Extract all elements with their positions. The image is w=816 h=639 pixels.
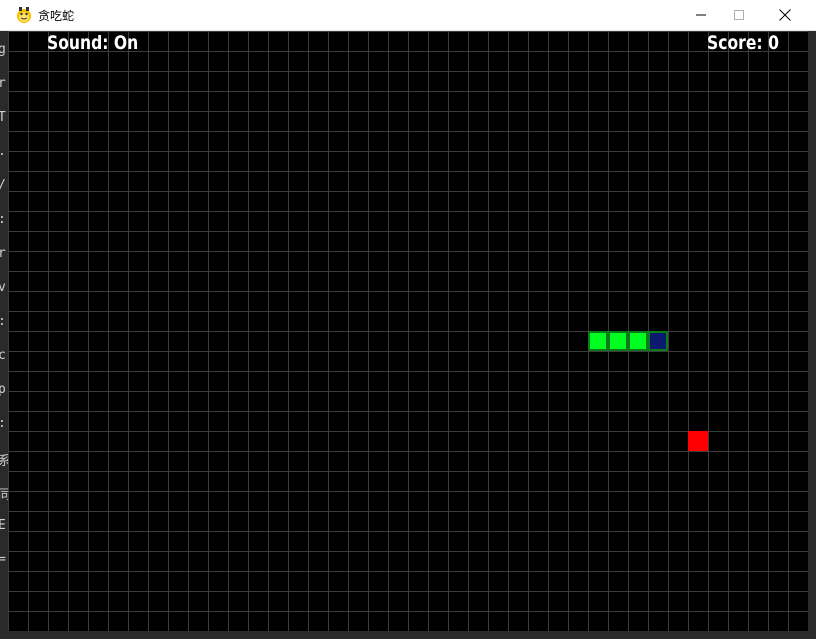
game-canvas[interactable]: Sound: On Score: 0 (8, 31, 808, 631)
snake-head (650, 333, 666, 349)
food-pellet (688, 431, 708, 451)
background-app-glyph: / (0, 178, 6, 193)
background-app-glyph: . (0, 144, 6, 159)
close-icon (779, 9, 791, 21)
background-app-glyph: : (0, 416, 6, 431)
game-board (8, 31, 808, 631)
background-app-glyph: v (0, 280, 6, 295)
snake-body-segment (590, 333, 606, 349)
game-window: pgrT./:rv:cp:系同E= 贪吃蛇 (0, 0, 816, 639)
minimize-icon (696, 14, 706, 16)
background-app-glyph: E (0, 518, 6, 533)
maximize-icon (734, 10, 744, 20)
background-app-glyph: r (0, 246, 6, 261)
maximize-button[interactable] (716, 0, 762, 30)
title-bar[interactable]: 贪吃蛇 (0, 0, 816, 31)
window-frame-right (808, 31, 816, 631)
background-app-glyph: = (0, 552, 6, 567)
background-app-glyph: 系 (0, 454, 8, 469)
background-app-glyph: p (0, 382, 6, 397)
background-app-glyph: : (0, 314, 6, 329)
window-title: 贪吃蛇 (38, 9, 75, 23)
score-display: Score: 0 (707, 32, 779, 54)
background-app-glyph: 同 (0, 488, 8, 503)
snake-body-segment (610, 333, 626, 349)
background-app-glyph: : (0, 212, 6, 227)
sound-status[interactable]: Sound: On (47, 32, 138, 54)
pygame-snake-icon (17, 7, 31, 23)
close-button[interactable] (762, 0, 808, 30)
grid-lines (8, 31, 808, 631)
background-app-glyph: g (0, 42, 6, 57)
background-app-glyph: c (0, 348, 6, 363)
background-app-glyph: T (0, 110, 6, 125)
background-app-edge: pgrT./:rv:cp:系同E= (0, 0, 8, 639)
background-app-glyph: r (0, 76, 6, 91)
snake-body-segment (630, 333, 646, 349)
window-frame-bottom (0, 631, 816, 639)
